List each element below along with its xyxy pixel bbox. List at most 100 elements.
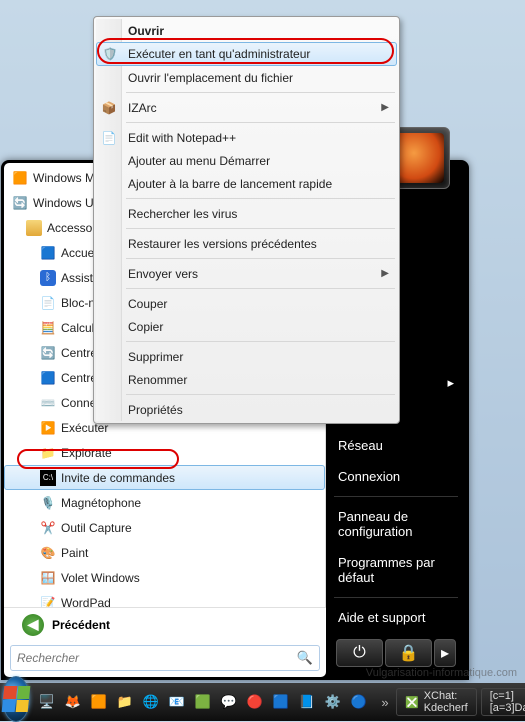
app-icon: 🔄 [12,195,28,211]
quick-launch-icon[interactable]: 📁 [114,691,136,713]
separator [126,122,395,123]
quick-launch: 🖥️ 🦊 🟧 📁 🌐 📧 🟩 💬 🔴 🟦 📘 ⚙️ 🔵 » [36,691,396,713]
ctx-izarc[interactable]: 📦 IZArc ▶ [96,96,397,119]
program-item[interactable]: 📝 WordPad [4,590,325,607]
label: Ouvrir l'emplacement du fichier [128,71,293,85]
annotation-ring [97,38,394,64]
app-icon: 🟧 [12,170,28,186]
app-icon: ❎ [405,696,419,709]
program-item[interactable]: 🎨Paint [4,540,325,565]
lock-icon: 🔒 [399,643,419,663]
label: Propriétés [128,403,183,417]
separator [334,597,458,598]
terminal-icon: ⌨️ [40,395,56,411]
quick-launch-icon[interactable]: 📧 [166,691,188,713]
ctx-rename[interactable]: Renommer [96,368,397,391]
taskbar-task-david[interactable]: [c=1][a=3]David [481,688,525,716]
shortcut-icon: 🟦 [40,245,56,261]
izarc-icon: 📦 [101,100,117,116]
program-item[interactable]: ✂️Outil Capture [4,515,325,540]
run-icon: ▶️ [40,420,56,436]
quick-launch-more[interactable]: » [374,691,396,713]
quick-launch-icon[interactable]: 📘 [296,691,318,713]
back-label: Précédent [52,618,110,632]
separator [126,288,395,289]
taskbar-task-xchat[interactable]: ❎ XChat: Kdecherf [396,688,477,716]
program-label: Magnétophone [61,496,141,510]
label: Ajouter au menu Démarrer [128,154,270,168]
chevron-right-icon: ▶ [381,102,389,113]
ctx-copy[interactable]: Copier [96,315,397,338]
ctx-add-quicklaunch[interactable]: Ajouter à la barre de lancement rapide [96,172,397,195]
calc-icon: 🧮 [40,320,56,336]
ctx-add-start[interactable]: Ajouter au menu Démarrer [96,149,397,172]
program-label: Windows M [33,171,95,185]
right-link-connect[interactable]: Connexion [328,461,464,492]
task-label: [c=1][a=3]David [490,690,525,714]
search-box[interactable]: 🔍 [10,645,320,671]
separator [126,198,395,199]
label: Ouvrir [128,24,164,38]
power-icon: ⏻ [353,644,366,662]
ctx-scan-virus[interactable]: Rechercher les virus [96,202,397,225]
notepad-icon: 📄 [40,295,56,311]
quick-launch-icon[interactable]: 🖥️ [36,691,58,713]
quick-launch-icon[interactable]: 🟩 [192,691,214,713]
label: Rechercher les virus [128,207,237,221]
bluetooth-icon: ᛒ [40,270,56,286]
paint-icon: 🎨 [40,545,56,561]
right-link-help[interactable]: Aide et support [328,602,464,633]
sync-icon: 🟦 [40,370,56,386]
ctx-cut[interactable]: Couper [96,292,397,315]
lock-button[interactable]: 🔒 [385,639,432,667]
ctx-properties[interactable]: Propriétés [96,398,397,421]
ctx-send-to[interactable]: Envoyer vers▶ [96,262,397,285]
label: Edit with Notepad++ [128,131,236,145]
wordpad-icon: 📝 [40,595,56,608]
separator [126,394,395,395]
program-label: WordPad [61,596,111,608]
start-button[interactable] [2,676,30,722]
cmd-icon: C:\ [40,470,56,486]
right-link-control-panel[interactable]: Panneau de configuration [328,501,464,547]
label: Supprimer [128,350,183,364]
separator [126,92,395,93]
ctx-open-location[interactable]: Ouvrir l'emplacement du fichier [96,66,397,89]
quick-launch-icon[interactable]: 🟧 [88,691,110,713]
right-link-network[interactable]: Réseau [328,430,464,461]
right-link-defaults[interactable]: Programmes par défaut [328,547,464,593]
quick-launch-icon[interactable]: ⚙️ [322,691,344,713]
separator [126,258,395,259]
watermark-text: Vulgarisation-informatique.com [366,667,517,679]
ctx-delete[interactable]: Supprimer [96,345,397,368]
separator [126,228,395,229]
label: Copier [128,320,163,334]
quick-launch-icon[interactable]: 🔵 [348,691,370,713]
search-icon: 🔍 [297,650,313,666]
sync-icon: 🔄 [40,345,56,361]
separator [126,341,395,342]
quick-launch-icon[interactable]: 🌐 [140,691,162,713]
back-button[interactable]: ◀ Précédent [4,607,326,641]
power-button[interactable]: ⏻ [336,639,383,667]
quick-launch-icon[interactable]: 💬 [218,691,240,713]
snip-icon: ✂️ [40,520,56,536]
program-item[interactable]: 🪟 Volet Windows [4,565,325,590]
program-label: Volet Windows [61,571,140,585]
ctx-edit-npp[interactable]: 📄Edit with Notepad++ [96,126,397,149]
label: Couper [128,297,167,311]
annotation-ring [17,449,179,469]
program-item[interactable]: 🎙️Magnétophone [4,490,325,515]
label: Ajouter à la barre de lancement rapide [128,177,332,191]
quick-launch-icon[interactable]: 🟦 [270,691,292,713]
label: IZArc [128,101,157,115]
label: Renommer [128,373,187,387]
ctx-restore[interactable]: Restaurer les versions précédentes [96,232,397,255]
quick-launch-icon[interactable]: 🔴 [244,691,266,713]
program-label: Windows Up [33,196,100,210]
chevron-right-icon: ▶ [381,268,389,279]
power-more-button[interactable]: ▸ [434,639,456,667]
sidebar-icon: 🪟 [40,570,56,586]
search-input[interactable] [17,651,297,665]
quick-launch-icon[interactable]: 🦊 [62,691,84,713]
